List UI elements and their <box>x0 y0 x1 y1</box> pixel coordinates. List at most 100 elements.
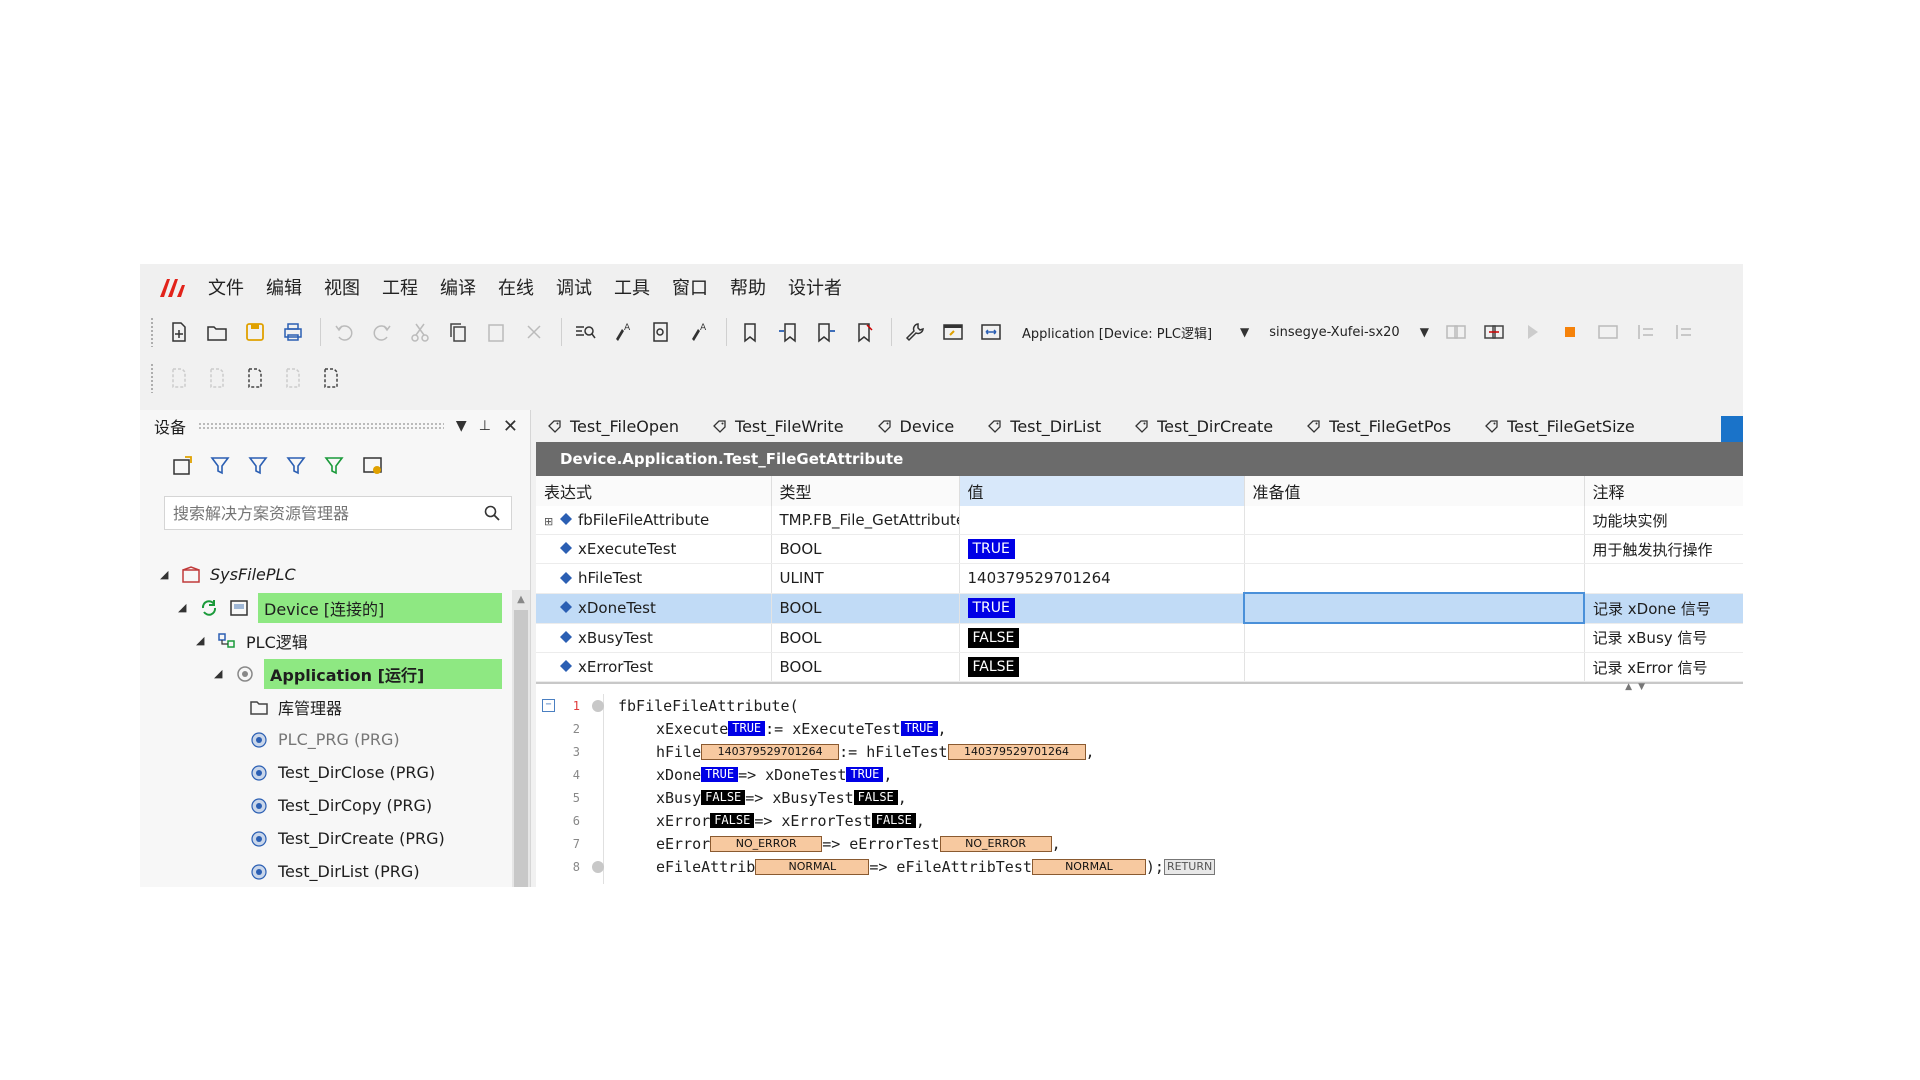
run-icon[interactable] <box>1515 315 1549 349</box>
tab-device[interactable]: Device <box>877 417 954 436</box>
editor-splitter[interactable]: ▲▼ <box>536 682 1743 694</box>
menu-file[interactable]: 文件 <box>208 274 244 300</box>
table-row[interactable]: hFileTest ULINT 140379529701264 <box>536 563 1743 594</box>
cell-prepared-value-editing[interactable] <box>1243 592 1585 624</box>
table-row-selected[interactable]: xDoneTest BOOL TRUE 记录 xDone 信号 <box>536 592 1743 624</box>
open-folder-icon[interactable] <box>200 315 234 349</box>
chevron-down-icon[interactable]: ▼ <box>456 418 467 434</box>
menu-build[interactable]: 编译 <box>440 274 476 300</box>
paste-icon[interactable] <box>479 315 513 349</box>
cell-prepared-value[interactable] <box>1244 506 1585 535</box>
tree-node-project[interactable]: ◢ SysFilePLC <box>160 558 502 591</box>
tree-node-pou[interactable]: Test_DirCopy (PRG) <box>160 789 502 822</box>
column-header-comment[interactable]: 注释 <box>1584 476 1743 506</box>
table-row[interactable]: xExecuteTest BOOL TRUE 用于触发执行操作 <box>536 534 1743 564</box>
stop-icon[interactable] <box>1553 315 1587 349</box>
tree-node-application[interactable]: ◢ Application [运行] <box>160 657 502 690</box>
delete-icon[interactable] <box>517 315 551 349</box>
panel-drag-handle[interactable] <box>198 422 444 430</box>
bookmark-icon[interactable] <box>733 315 767 349</box>
code-editor[interactable]: − 1 fbFileFileAttribute( 2 xExecute TRUE:… <box>536 694 1743 884</box>
table-row[interactable]: xBusyTest BOOL FALSE 记录 xBusy 信号 <box>536 623 1743 653</box>
prev-bookmark-icon[interactable] <box>771 315 805 349</box>
save-icon[interactable] <box>238 315 272 349</box>
menu-edit[interactable]: 编辑 <box>266 274 302 300</box>
table-row[interactable]: ⊞ fbFileFileAttribute TMP.FB_File_GetAttr… <box>536 506 1743 535</box>
column-header-value[interactable]: 值 <box>959 476 1245 506</box>
new-file-icon[interactable] <box>162 315 196 349</box>
tab-test-dirlist[interactable]: Test_DirList <box>988 417 1101 436</box>
page-icon[interactable] <box>238 361 272 395</box>
collapse-icon[interactable]: ◢ <box>214 667 228 680</box>
page-icon[interactable] <box>314 361 348 395</box>
step-icon[interactable] <box>1629 315 1663 349</box>
menu-project[interactable]: 工程 <box>382 274 418 300</box>
tree-node-pou[interactable]: Test_DirCreate (PRG) <box>160 822 502 855</box>
menu-tools[interactable]: 工具 <box>614 274 650 300</box>
column-header-type[interactable]: 类型 <box>771 476 960 506</box>
tree-node-pou[interactable]: Test_DirList (PRG) <box>160 855 502 887</box>
filter-icon[interactable] <box>318 449 352 483</box>
cell-prepared-value[interactable] <box>1244 563 1585 594</box>
tree-scrollbar[interactable]: ▲ <box>512 590 530 887</box>
breakpoint-marker[interactable] <box>592 860 604 873</box>
device-combo[interactable]: sinsegye-Xufei-sx20 ▼ <box>1269 325 1429 340</box>
tree-node-device[interactable]: ◢ Device [连接的] <box>160 591 502 624</box>
menu-help[interactable]: 帮助 <box>730 274 766 300</box>
solution-search-input[interactable] <box>165 502 483 524</box>
menu-designer[interactable]: 设计者 <box>788 274 842 300</box>
tab-test-filegetpos[interactable]: Test_FileGetPos <box>1307 417 1451 436</box>
column-header-expression[interactable]: 表达式 <box>536 476 772 506</box>
breakpoint-marker[interactable] <box>592 699 604 712</box>
tab-test-dircreate[interactable]: Test_DirCreate <box>1135 417 1273 436</box>
cell-prepared-value[interactable] <box>1244 623 1585 653</box>
pin-icon[interactable]: ⊥ <box>479 418 491 434</box>
print-icon[interactable] <box>276 315 310 349</box>
logout-icon[interactable] <box>1477 315 1511 349</box>
page-icon[interactable] <box>200 361 234 395</box>
page-icon[interactable] <box>162 361 196 395</box>
menu-window[interactable]: 窗口 <box>672 274 708 300</box>
add-object-icon[interactable] <box>166 449 200 483</box>
collapse-icon[interactable]: ◢ <box>196 634 210 647</box>
filter-icon[interactable] <box>242 449 276 483</box>
undo-icon[interactable] <box>327 315 361 349</box>
replace-icon[interactable]: A <box>606 315 640 349</box>
menu-view[interactable]: 视图 <box>324 274 360 300</box>
next-bookmark-icon[interactable] <box>809 315 843 349</box>
tab-test-fileopen[interactable]: Test_FileOpen <box>548 417 679 436</box>
menu-online[interactable]: 在线 <box>498 274 534 300</box>
find-in-files-icon[interactable] <box>644 315 678 349</box>
device-settings-icon[interactable] <box>356 449 390 483</box>
tree-node-library-manager[interactable]: 库管理器 <box>160 690 502 723</box>
search-icon[interactable] <box>483 504 501 522</box>
cell-prepared-value[interactable] <box>1244 534 1585 564</box>
close-icon[interactable]: ✕ <box>503 416 518 437</box>
expand-icon[interactable]: ⊞ <box>544 515 560 528</box>
compare-icon[interactable] <box>974 315 1008 349</box>
find-icon[interactable] <box>568 315 602 349</box>
collapse-icon[interactable]: ◢ <box>160 568 174 581</box>
tab-active-test-filegetattribute[interactable] <box>1721 416 1743 442</box>
filter-icon[interactable] <box>280 449 314 483</box>
step-over-icon[interactable] <box>1667 315 1701 349</box>
column-header-prepared-value[interactable]: 准备值 <box>1244 476 1585 506</box>
table-row[interactable]: xErrorTest BOOL FALSE 记录 xError 信号 <box>536 652 1743 682</box>
replace-in-files-icon[interactable]: A <box>682 315 716 349</box>
cell-prepared-value[interactable] <box>1244 652 1585 682</box>
splitter-arrows-icon[interactable]: ▲▼ <box>1625 682 1651 692</box>
tab-test-filewrite[interactable]: Test_FileWrite <box>713 417 844 436</box>
solution-search-box[interactable] <box>164 496 512 530</box>
cut-icon[interactable] <box>403 315 437 349</box>
clear-bookmarks-icon[interactable] <box>847 315 881 349</box>
filter-icon[interactable] <box>204 449 238 483</box>
copy-icon[interactable] <box>441 315 475 349</box>
toolbar-grip[interactable] <box>150 363 154 393</box>
login-icon[interactable] <box>1439 315 1473 349</box>
reset-icon[interactable] <box>1591 315 1625 349</box>
redo-icon[interactable] <box>365 315 399 349</box>
wrench-icon[interactable] <box>898 315 932 349</box>
visualization-icon[interactable] <box>936 315 970 349</box>
scrollbar-thumb[interactable] <box>514 610 528 887</box>
page-icon[interactable] <box>276 361 310 395</box>
